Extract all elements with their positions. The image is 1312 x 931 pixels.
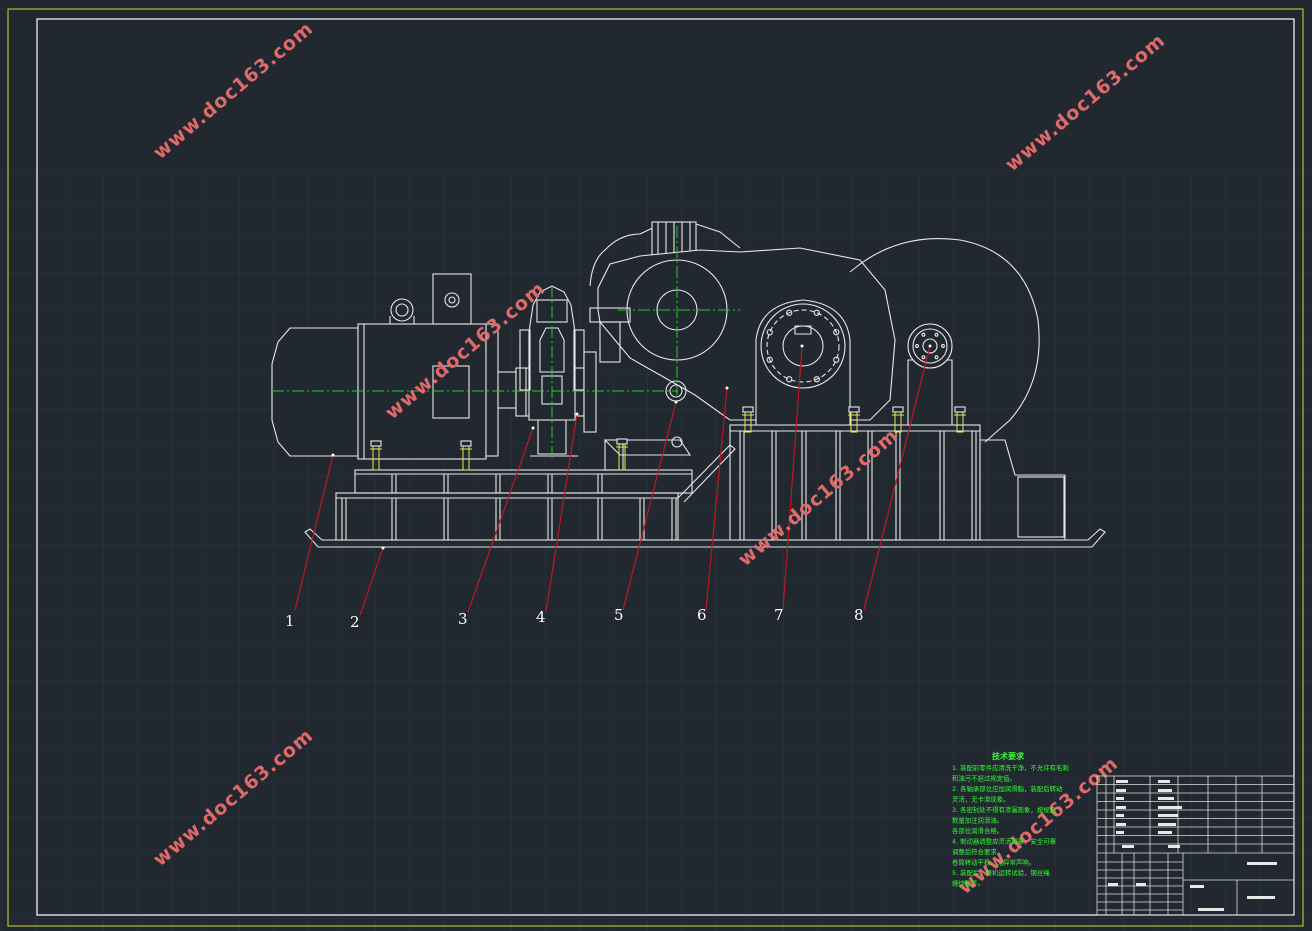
part-number-6: 6: [697, 606, 707, 624]
notes-line: 5. 装配后，整机运转试验，钢丝绳: [952, 868, 1050, 877]
leader-dot: [674, 400, 678, 404]
notes-line: 调整后符合要求。: [952, 847, 1003, 856]
notes-line: 卷筒转动平稳，无异常声响。: [952, 858, 1035, 867]
title-block-cell-text: [1158, 806, 1182, 809]
title-block-cell-text: [1158, 823, 1176, 826]
notes-title: 技术要求: [992, 751, 1025, 761]
part-number-3: 3: [458, 610, 468, 628]
bearing-pedestal-7: [755, 299, 851, 426]
title-block-cell-text: [1116, 831, 1124, 834]
notes-line: 3. 各密封处不得有渗漏现象，按规定: [952, 805, 1057, 814]
notes-line: 和油污不超过规定值。: [952, 774, 1016, 783]
notes-line: 缠绕整齐。: [952, 879, 984, 888]
title-block-cell-text: [1136, 883, 1146, 886]
watermark-text: www.doc163.com: [1001, 29, 1170, 175]
notes-line: 灵活，无卡滞现象。: [952, 795, 1010, 804]
title-block-cell-text: [1158, 814, 1178, 817]
notes-line: 2. 各轴承部位应加润滑脂，装配后转动: [952, 784, 1063, 793]
leader-dot: [381, 546, 385, 550]
title-block-cell-text: [1116, 780, 1128, 783]
title-block-cell-text: [1122, 845, 1134, 848]
title-block-cell-text: [1116, 806, 1126, 809]
part-number-2: 2: [350, 613, 360, 631]
leader-dot: [800, 344, 804, 348]
leader-dot: [725, 386, 729, 390]
cad-drawing-canvas: 12345678 www.doc163.com www.doc163.comwww…: [0, 8, 1312, 931]
leader-dot: [531, 426, 535, 430]
title-block-cell-text: [1158, 831, 1172, 834]
title-block-cell-text: [1116, 823, 1126, 826]
leader-dot: [331, 453, 335, 457]
part-number-7: 7: [774, 606, 784, 624]
notes-line: 数量加注润滑油。: [952, 816, 1003, 825]
title-block-cell-text: [1190, 885, 1204, 888]
notes-line: 4. 制动器调整应灵活可靠，安全可靠: [952, 837, 1057, 846]
part-number-1: 1: [285, 612, 295, 630]
title-block-cell-text: [1158, 780, 1170, 783]
part-number-4: 4: [536, 608, 546, 626]
title-block-cell-text: [1116, 814, 1124, 817]
title-block-cell-text: [1247, 896, 1275, 899]
notes-line: 各部位润滑合格。: [952, 826, 1003, 835]
title-block-cell-text: [1198, 908, 1224, 911]
title-block-cell-text: [1116, 789, 1126, 792]
watermark-text: www.doc163.com: [149, 17, 318, 163]
part-number-5: 5: [614, 606, 624, 624]
title-block-cell-text: [1158, 797, 1174, 800]
title-block-cell-text: [1247, 862, 1277, 865]
title-block-cell-text: [1108, 883, 1118, 886]
title-block-cell-text: [1158, 789, 1172, 792]
leader-dot: [575, 412, 579, 416]
leader-dot: [928, 344, 932, 348]
part-number-8: 8: [854, 606, 864, 624]
notes-line: 1. 装配前零件应清洗干净，不允许有毛刺: [952, 763, 1069, 772]
title-block-cell-text: [1168, 845, 1180, 848]
title-block-cell-text: [1116, 797, 1124, 800]
